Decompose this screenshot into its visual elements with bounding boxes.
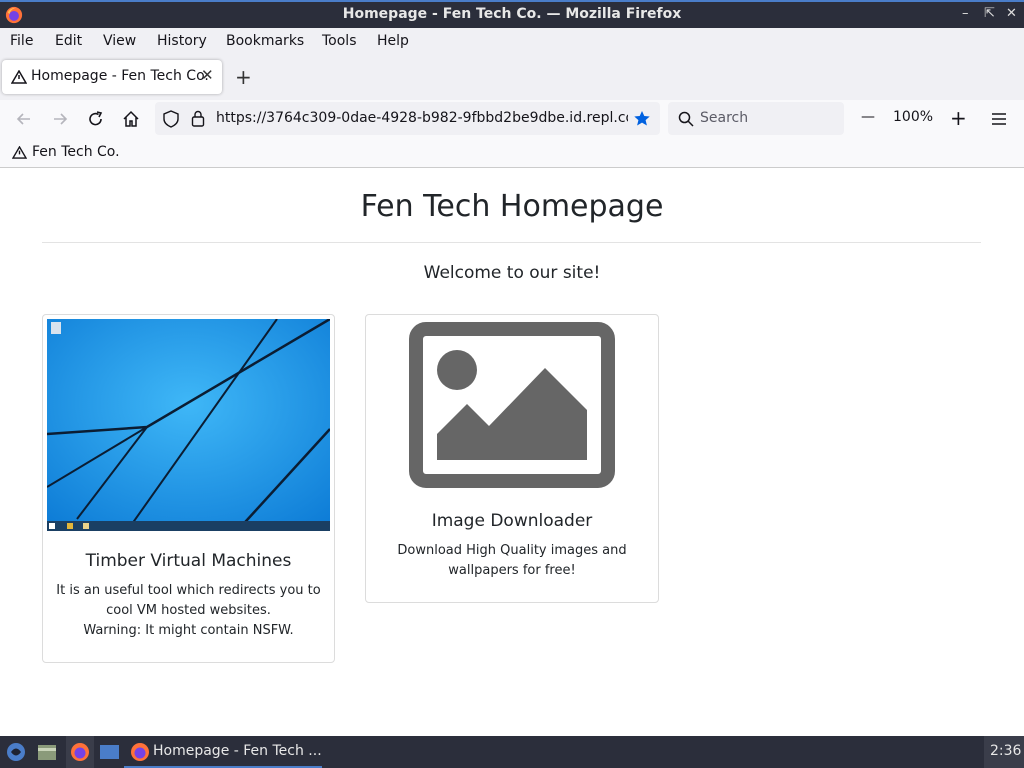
card-text-line: Download High Quality images and (397, 543, 627, 558)
welcome-text: Welcome to our site! (423, 263, 601, 283)
lock-icon[interactable] (191, 110, 205, 127)
zoom-level[interactable]: 100% (893, 109, 933, 125)
search-placeholder: Search (700, 110, 749, 126)
tab-bar: Homepage - Fen Tech Co. ✕ + (0, 55, 1024, 100)
card-text-line: cool VM hosted websites. (106, 603, 271, 618)
zoom-in-icon[interactable]: + (950, 106, 967, 130)
bookmark-label: Fen Tech Co. (32, 144, 120, 160)
clock-time: 2:36 (990, 743, 1022, 759)
menu-history[interactable]: History (157, 33, 207, 49)
card-text-line: It is an useful tool which redirects you… (56, 583, 321, 598)
desktop-icon[interactable] (99, 743, 120, 761)
card-title[interactable]: Image Downloader (366, 511, 658, 531)
desktop-screenshot-image (47, 319, 330, 531)
clock[interactable]: 2:36 (984, 736, 1024, 768)
card-title[interactable]: Timber Virtual Machines (43, 551, 334, 571)
restore-icon[interactable]: ⇱ (984, 6, 995, 21)
home-icon[interactable] (121, 109, 141, 129)
taskbar-window-label: Homepage - Fen Tech ... (153, 743, 322, 759)
card-warning-text: Warning: It might contain NSFW. (83, 623, 294, 638)
minimize-icon[interactable]: – (962, 6, 969, 21)
file-manager-icon[interactable] (37, 742, 57, 762)
forward-icon[interactable] (50, 109, 70, 129)
window-titlebar: Homepage - Fen Tech Co. — Mozilla Firefo… (0, 0, 1024, 28)
url-text[interactable]: https://3764c309-0dae-4928-b982-9fbbd2be… (216, 110, 628, 126)
warning-icon (11, 70, 27, 84)
tab-homepage[interactable]: Homepage - Fen Tech Co. ✕ (2, 60, 222, 94)
card-image-downloader[interactable]: Image Downloader Download High Quality i… (365, 314, 659, 603)
warning-icon (12, 146, 27, 159)
url-bar[interactable]: https://3764c309-0dae-4928-b982-9fbbd2be… (155, 102, 660, 135)
bookmark-star-icon[interactable] (633, 110, 651, 127)
menu-file[interactable]: File (10, 33, 33, 49)
page-title: Fen Tech Homepage (360, 189, 664, 224)
close-icon[interactable]: ✕ (1006, 6, 1017, 21)
menu-edit[interactable]: Edit (55, 33, 82, 49)
menu-tools[interactable]: Tools (322, 33, 357, 49)
image-placeholder-icon (409, 322, 615, 488)
firefox-icon (71, 743, 89, 761)
card-text-line: wallpapers for free! (448, 563, 576, 578)
menu-view[interactable]: View (103, 33, 136, 49)
menu-bar: File Edit View History Bookmarks Tools H… (0, 28, 1024, 55)
page-content: Fen Tech Homepage Welcome to our site! T… (0, 169, 1024, 736)
divider (42, 242, 981, 243)
firefox-icon (131, 743, 149, 761)
tab-title: Homepage - Fen Tech Co. (31, 68, 209, 84)
reload-icon[interactable] (86, 109, 106, 129)
shield-icon[interactable] (163, 110, 179, 128)
zoom-out-icon[interactable]: — (861, 109, 875, 125)
window-title: Homepage - Fen Tech Co. — Mozilla Firefo… (342, 6, 682, 22)
search-icon (678, 111, 694, 127)
tab-close-icon[interactable]: ✕ (201, 66, 214, 84)
taskbar-window-firefox[interactable]: Homepage - Fen Tech ... (124, 736, 322, 768)
back-icon[interactable] (14, 109, 34, 129)
search-input[interactable]: Search (668, 102, 844, 135)
menu-help[interactable]: Help (377, 33, 409, 49)
hamburger-menu-icon[interactable] (991, 112, 1007, 126)
new-tab-icon[interactable]: + (235, 65, 252, 89)
taskbar: Homepage - Fen Tech ... 2:36 (0, 736, 1024, 768)
menu-bookmarks[interactable]: Bookmarks (226, 33, 304, 49)
navigation-bar: https://3764c309-0dae-4928-b982-9fbbd2be… (0, 100, 1024, 138)
bookmarks-bar: Fen Tech Co. (0, 138, 1024, 168)
taskbar-firefox-launcher[interactable] (66, 736, 94, 768)
card-timber-vm[interactable]: Timber Virtual Machines It is an useful … (42, 314, 335, 663)
start-menu-icon[interactable] (6, 742, 26, 762)
